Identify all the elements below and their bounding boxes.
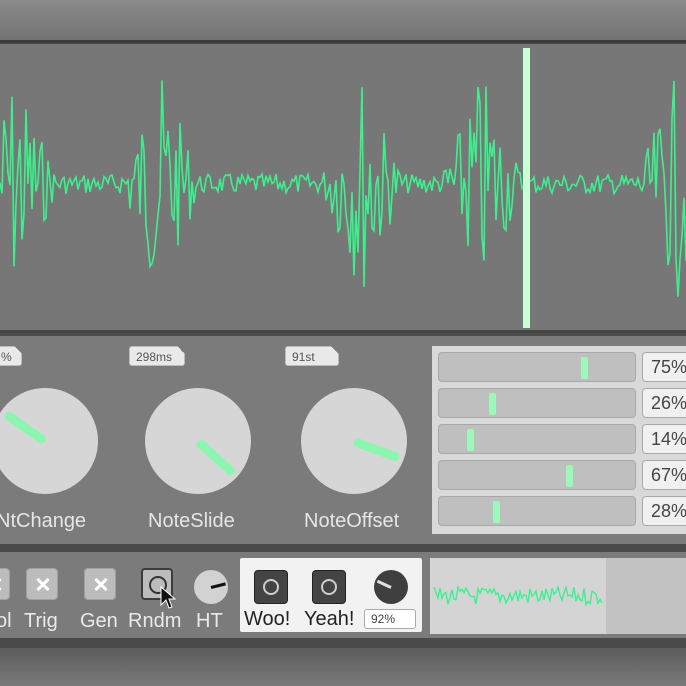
background-top (0, 0, 686, 40)
strip-label-rndm: Rndm (128, 610, 182, 632)
amount-knob[interactable] (374, 570, 408, 604)
slider-track[interactable] (438, 388, 636, 418)
ht-knob[interactable] (194, 570, 228, 604)
strip-label-ht: HT (196, 610, 223, 632)
knob-needle (194, 437, 237, 477)
slider-thumb[interactable] (489, 393, 496, 415)
slider-value: 14% (642, 424, 686, 454)
background-bottom (0, 648, 686, 686)
strip-label-trig: Trig (24, 610, 58, 632)
mini-waveform-line (433, 584, 603, 607)
trig-toggle[interactable] (26, 568, 58, 600)
mini-waveform[interactable] (430, 558, 686, 634)
mini-waveform-empty (606, 558, 686, 634)
slider-track[interactable] (438, 496, 636, 526)
slider-thumb[interactable] (581, 357, 588, 379)
slider-value: 26% (642, 388, 686, 418)
slider-value: 75% (642, 352, 686, 382)
slider-thumb[interactable] (493, 501, 500, 523)
slider-track[interactable] (438, 460, 636, 490)
woo-label: Woo! (244, 608, 291, 630)
yeah-label: Yeah! (304, 608, 355, 630)
slider-track[interactable] (438, 352, 636, 382)
noteslide-knob[interactable] (145, 388, 251, 494)
knob-label: NtChange (0, 510, 87, 532)
slider-thumb[interactable] (467, 429, 474, 451)
yeah-toggle[interactable] (312, 570, 346, 604)
knob-value-tag: 298ms (129, 346, 185, 366)
gen-toggle[interactable] (84, 568, 116, 600)
knob-needle (376, 579, 392, 589)
noteoffset-knob[interactable] (301, 388, 407, 494)
knob-label: NoteSlide (148, 510, 235, 532)
playhead[interactable] (523, 48, 530, 328)
knob-needle (352, 436, 401, 462)
woo-toggle[interactable] (254, 570, 288, 604)
slider-thumb[interactable] (566, 465, 573, 487)
knob-value-tag: % (0, 346, 22, 366)
slider-value: 67% (642, 460, 686, 490)
knob-needle (3, 409, 48, 445)
percent-tag: 92% (364, 609, 416, 629)
waveform-line (0, 80, 686, 297)
strip-label-ol: ol (0, 610, 12, 632)
waveform-svg (0, 48, 686, 328)
partial-toggle[interactable] (0, 568, 10, 600)
strip-label-gen: Gen (80, 610, 118, 632)
waveform-display[interactable] (0, 44, 686, 333)
pointer-arrow-icon (160, 586, 176, 609)
slider-value: 28% (642, 496, 686, 526)
knob-needle (210, 581, 226, 589)
slider-track[interactable] (438, 424, 636, 454)
knob-value-tag: 91st (285, 346, 339, 366)
knob-label: NoteOffset (304, 510, 400, 532)
